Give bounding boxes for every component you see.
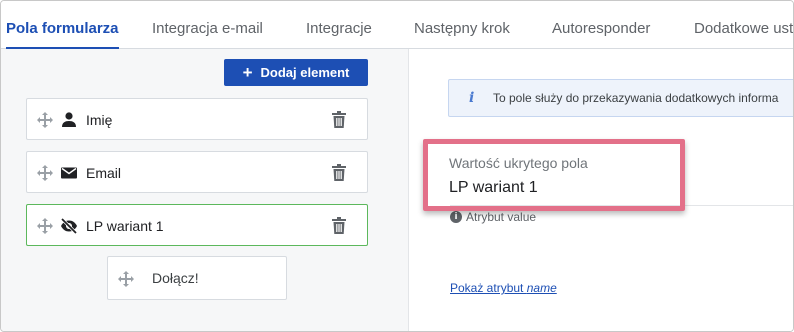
show-attr-em: name [526, 281, 557, 295]
tab-integracje[interactable]: Integracje [306, 1, 372, 49]
tab-nastepny-krok[interactable]: Następny krok [414, 1, 510, 49]
add-element-button[interactable]: + Dodaj element [224, 59, 368, 86]
attribute-note: i Atrybut value [450, 210, 536, 224]
submit-button-label: Dołącz! [152, 270, 199, 286]
field-label: Imię [86, 112, 113, 128]
show-name-attribute-link[interactable]: Pokaż atrybut name [450, 281, 557, 295]
field-item-email[interactable]: Email [26, 151, 368, 193]
drag-handle-icon[interactable] [37, 218, 53, 234]
attribute-note-text: Atrybut value [466, 210, 537, 224]
tab-dodatkowe-ustawienia[interactable]: Dodatkowe ust [694, 1, 793, 49]
submit-button-element[interactable]: Dołącz! [107, 256, 287, 300]
tab-pola-formularza[interactable]: Pola formularza [6, 1, 119, 50]
field-label: LP wariant 1 [86, 218, 164, 234]
tab-integracja-email[interactable]: Integracja e-mail [152, 1, 263, 49]
trash-icon[interactable] [331, 217, 347, 235]
form-fields-panel: + Dodaj element Imię Email LP wariant 1 … [1, 49, 409, 331]
info-icon: i [469, 90, 475, 106]
field-item-imie[interactable]: Imię [26, 98, 368, 140]
hidden-field-value-input[interactable]: Wartość ukrytego pola LP wariant 1 [424, 140, 684, 210]
info-circle-icon: i [450, 211, 462, 223]
info-banner: i To pole służy do przekazywania dodatko… [448, 79, 793, 117]
plus-icon: + [242, 63, 253, 82]
envelope-icon [61, 167, 77, 179]
drag-handle-icon[interactable] [37, 165, 53, 181]
trash-icon[interactable] [331, 164, 347, 182]
show-attr-prefix: Pokaż atrybut [450, 281, 527, 295]
app-frame: Pola formularza Integracja e-mail Integr… [0, 0, 794, 332]
field-settings-panel: i To pole służy do przekazywania dodatko… [410, 49, 793, 331]
divider [450, 205, 793, 206]
field-item-lp-wariant[interactable]: LP wariant 1 [26, 204, 368, 246]
drag-handle-icon[interactable] [37, 112, 53, 128]
add-element-label: Dodaj element [260, 65, 350, 80]
trash-icon[interactable] [331, 111, 347, 129]
person-icon [62, 112, 76, 127]
hidden-field-label: Wartość ukrytego pola [449, 155, 588, 171]
tab-autoresponder[interactable]: Autoresponder [552, 1, 650, 49]
tab-bar: Pola formularza Integracja e-mail Integr… [1, 1, 793, 50]
hidden-field-value[interactable]: LP wariant 1 [449, 179, 538, 197]
drag-handle-icon[interactable] [118, 271, 134, 287]
info-text: To pole służy do przekazywania dodatkowy… [493, 91, 779, 105]
field-label: Email [86, 165, 122, 181]
eye-slash-icon [60, 217, 78, 235]
